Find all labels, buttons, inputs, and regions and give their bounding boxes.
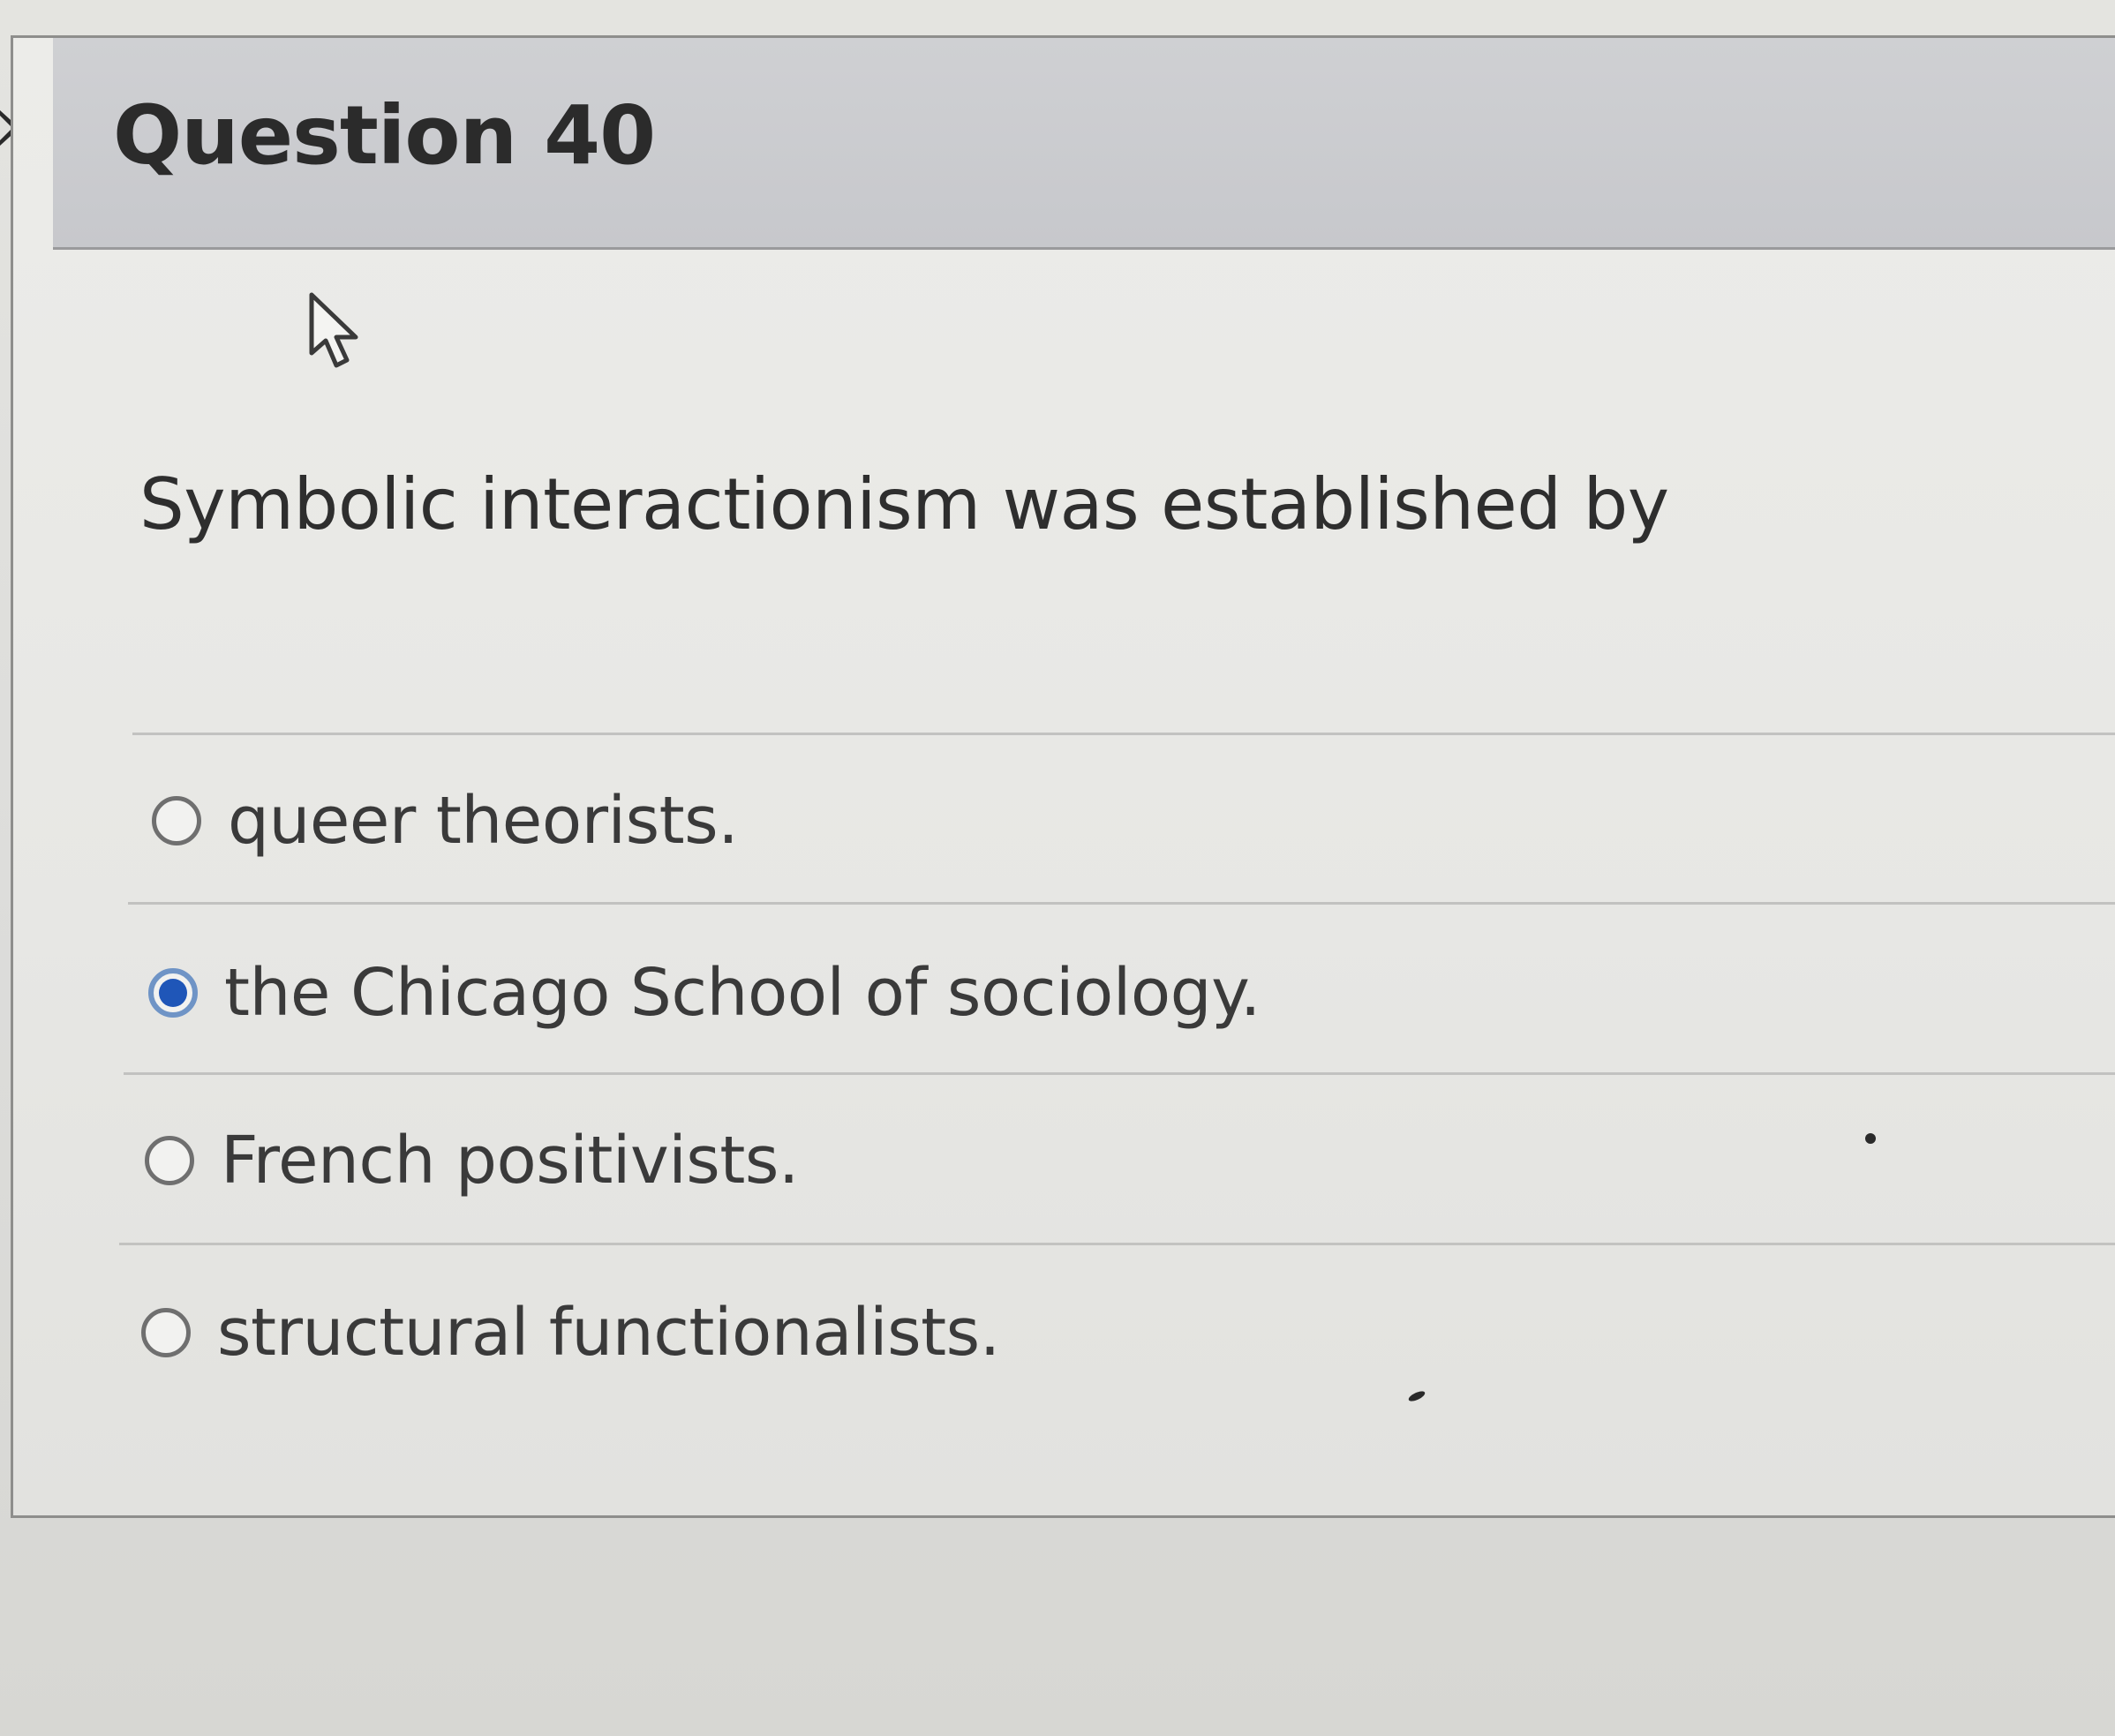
radio-button[interactable] — [152, 796, 201, 845]
divider — [119, 1243, 2115, 1245]
screen-speck — [1865, 1133, 1876, 1144]
answer-option-1[interactable]: queer theorists. — [152, 768, 739, 874]
radio-button[interactable] — [145, 1136, 194, 1185]
divider — [128, 902, 2115, 905]
answer-label: structural functionalists. — [217, 1295, 1000, 1371]
answer-option-3[interactable]: French positivists. — [145, 1108, 799, 1214]
divider — [132, 733, 2115, 735]
answer-label: the Chicago School of sociology. — [224, 955, 1261, 1031]
answer-label: French positivists. — [221, 1123, 799, 1199]
radio-button-selected[interactable] — [148, 968, 198, 1018]
question-title: Question 40 — [113, 88, 656, 183]
answer-option-2[interactable]: the Chicago School of sociology. — [148, 940, 1261, 1046]
quiz-page: Question 40 Symbolic interactionism was … — [0, 0, 2115, 1736]
radio-button[interactable] — [141, 1308, 191, 1357]
answer-option-4[interactable]: structural functionalists. — [141, 1280, 1000, 1386]
mouse-pointer-icon — [309, 292, 358, 368]
divider — [124, 1072, 2115, 1075]
question-prompt: Symbolic interactionism was established … — [139, 463, 1669, 545]
answer-label: queer theorists. — [228, 783, 739, 859]
